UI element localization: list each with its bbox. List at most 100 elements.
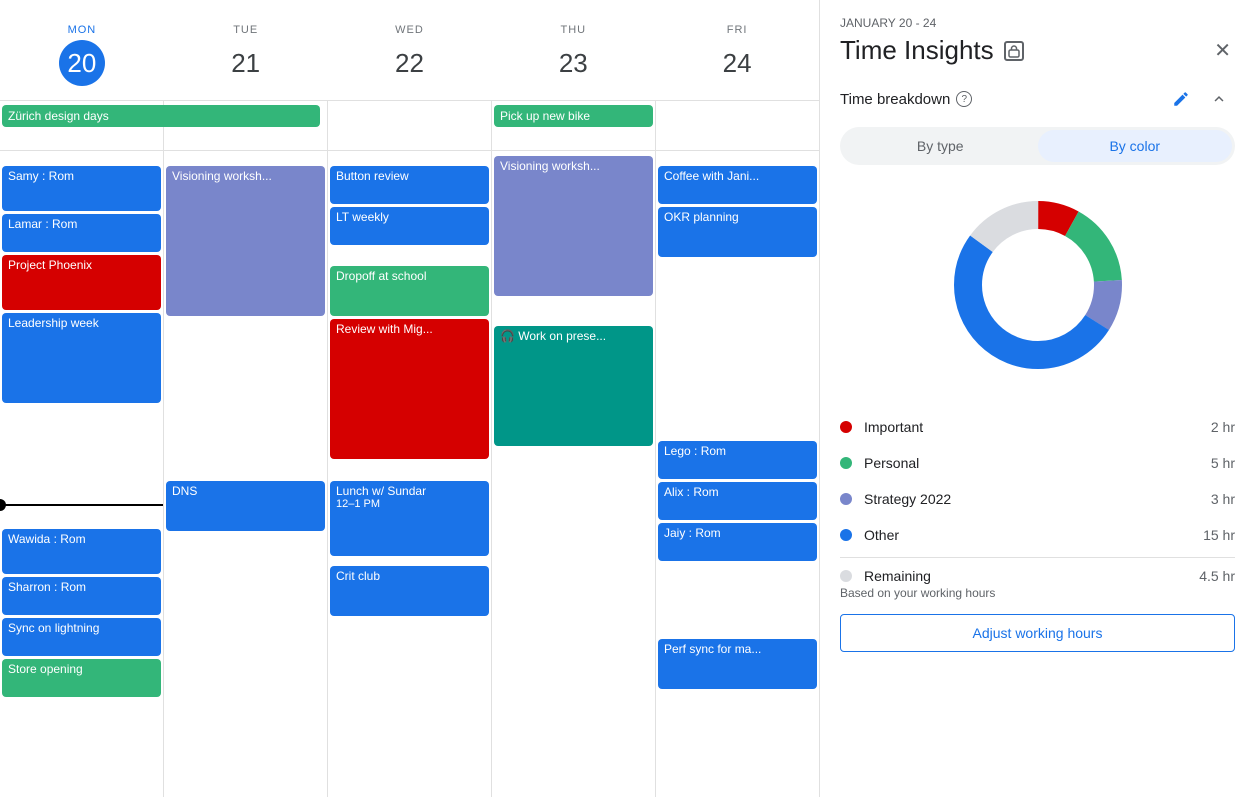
timeline-now bbox=[0, 504, 163, 506]
legend-list: Important 2 hr Personal 5 hr Strategy 20… bbox=[840, 409, 1235, 553]
day-name-fri: FRI bbox=[727, 24, 748, 36]
panel-date-range: JANUARY 20 - 24 bbox=[840, 16, 1235, 30]
calendar-panel: MON 20 TUE 21 WED 22 THU 23 FRI 24 Züric… bbox=[0, 0, 820, 797]
legend-value-important: 2 hr bbox=[1211, 419, 1235, 435]
event-alix-rom[interactable]: Alix : Rom bbox=[658, 482, 817, 520]
event-lunch-sundar[interactable]: Lunch w/ Sundar12–1 PM bbox=[330, 481, 489, 556]
legend-name-important: Important bbox=[864, 419, 923, 435]
legend-dot-other bbox=[840, 529, 852, 541]
legend-name-personal: Personal bbox=[864, 455, 919, 471]
event-lego-rom[interactable]: Lego : Rom bbox=[658, 441, 817, 479]
day-number-thu[interactable]: 23 bbox=[550, 40, 596, 86]
time-breakdown-row: Time breakdown ? bbox=[840, 83, 1235, 115]
allday-event-bike[interactable]: Pick up new bike bbox=[494, 105, 653, 127]
remaining-section: Remaining 4.5 hr Based on your working h… bbox=[840, 557, 1235, 600]
time-breakdown-text: Time breakdown bbox=[840, 91, 950, 108]
toggle-by-color[interactable]: By color bbox=[1038, 130, 1233, 162]
allday-cell-fri bbox=[656, 101, 819, 150]
panel-title-text: Time Insights bbox=[840, 35, 994, 66]
event-sharron-rom[interactable]: Sharron : Rom bbox=[2, 577, 161, 615]
allday-cell-thu: Pick up new bike bbox=[492, 101, 656, 150]
event-button-review[interactable]: Button review bbox=[330, 166, 489, 204]
panel-title-row: Time Insights ✕ bbox=[840, 34, 1235, 67]
lock-icon bbox=[1004, 41, 1024, 61]
adjust-working-hours-button[interactable]: Adjust working hours bbox=[840, 614, 1235, 652]
legend-left-other: Other bbox=[840, 527, 899, 543]
legend-name-other: Other bbox=[864, 527, 899, 543]
remaining-row: Remaining 4.5 hr bbox=[840, 568, 1235, 584]
allday-row: Zürich design days Pick up new bike bbox=[0, 101, 819, 151]
legend-value-personal: 5 hr bbox=[1211, 455, 1235, 471]
events-area: Samy : Rom Lamar : Rom Project Phoenix L… bbox=[0, 151, 819, 797]
event-project-phoenix[interactable]: Project Phoenix bbox=[2, 255, 161, 310]
events-col-fri: Coffee with Jani... OKR planning Lego : … bbox=[656, 151, 819, 797]
event-visioning-tue[interactable]: Visioning worksh... bbox=[166, 166, 325, 316]
donut-chart-container bbox=[840, 185, 1235, 385]
event-jaiy-rom[interactable]: Jaiy : Rom bbox=[658, 523, 817, 561]
legend-value-remaining: 4.5 hr bbox=[1199, 568, 1235, 584]
day-name-tue: TUE bbox=[233, 24, 258, 36]
event-perf-sync[interactable]: Perf sync for ma... bbox=[658, 639, 817, 689]
day-number-tue[interactable]: 21 bbox=[223, 40, 269, 86]
day-header-thu[interactable]: THU 23 bbox=[491, 0, 655, 100]
event-store-opening[interactable]: Store opening bbox=[2, 659, 161, 697]
legend-value-strategy: 3 hr bbox=[1211, 491, 1235, 507]
event-dropoff[interactable]: Dropoff at school bbox=[330, 266, 489, 316]
events-col-mon: Samy : Rom Lamar : Rom Project Phoenix L… bbox=[0, 151, 164, 797]
collapse-button[interactable] bbox=[1203, 83, 1235, 115]
legend-item-important: Important 2 hr bbox=[840, 409, 1235, 445]
legend-left-personal: Personal bbox=[840, 455, 919, 471]
remaining-sub: Based on your working hours bbox=[840, 586, 1235, 600]
day-name-wed: WED bbox=[395, 24, 424, 36]
day-header-fri[interactable]: FRI 24 bbox=[655, 0, 819, 100]
day-name-thu: THU bbox=[560, 24, 586, 36]
time-insights-panel: JANUARY 20 - 24 Time Insights ✕ Time bre… bbox=[820, 0, 1255, 797]
event-lamar-rom[interactable]: Lamar : Rom bbox=[2, 214, 161, 252]
legend-name-remaining: Remaining bbox=[864, 568, 931, 584]
panel-title: Time Insights bbox=[840, 35, 1024, 66]
allday-cell-wed bbox=[328, 101, 492, 150]
allday-cell-tue bbox=[164, 101, 328, 150]
close-button[interactable]: ✕ bbox=[1210, 34, 1235, 67]
day-header-tue[interactable]: TUE 21 bbox=[164, 0, 328, 100]
event-leadership-week[interactable]: Leadership week bbox=[2, 313, 161, 403]
event-dns[interactable]: DNS bbox=[166, 481, 325, 531]
event-visioning-thu[interactable]: Visioning worksh... bbox=[494, 156, 653, 296]
events-col-thu: Visioning worksh... 🎧 Work on prese... bbox=[492, 151, 656, 797]
event-crit-club[interactable]: Crit club bbox=[330, 566, 489, 616]
events-col-tue: Visioning worksh... DNS bbox=[164, 151, 328, 797]
legend-item-personal: Personal 5 hr bbox=[840, 445, 1235, 481]
legend-name-strategy: Strategy 2022 bbox=[864, 491, 951, 507]
event-sync-lightning[interactable]: Sync on lightning bbox=[2, 618, 161, 656]
event-wawida-rom[interactable]: Wawida : Rom bbox=[2, 529, 161, 574]
day-header-mon[interactable]: MON 20 bbox=[0, 0, 164, 100]
day-number-fri[interactable]: 24 bbox=[714, 40, 760, 86]
legend-dot-important bbox=[840, 421, 852, 433]
calendar-header: MON 20 TUE 21 WED 22 THU 23 FRI 24 bbox=[0, 0, 819, 101]
toggle-by-type[interactable]: By type bbox=[843, 130, 1038, 162]
legend-dot-strategy bbox=[840, 493, 852, 505]
event-work-prese[interactable]: 🎧 Work on prese... bbox=[494, 326, 653, 446]
legend-item-other: Other 15 hr bbox=[840, 517, 1235, 553]
time-breakdown-label: Time breakdown ? bbox=[840, 91, 972, 108]
event-lt-weekly[interactable]: LT weekly bbox=[330, 207, 489, 245]
day-number-wed[interactable]: 22 bbox=[386, 40, 432, 86]
event-review-mig[interactable]: Review with Mig... bbox=[330, 319, 489, 459]
donut-chart bbox=[938, 185, 1138, 385]
legend-dot-remaining bbox=[840, 570, 852, 582]
events-col-wed: Dropoff at school Button review LT weekl… bbox=[328, 151, 492, 797]
day-header-wed[interactable]: WED 22 bbox=[328, 0, 492, 100]
edit-button[interactable] bbox=[1165, 83, 1197, 115]
timeline-dot bbox=[0, 499, 6, 511]
toggle-row: By type By color bbox=[840, 127, 1235, 165]
help-icon[interactable]: ? bbox=[956, 91, 972, 107]
legend-left-important: Important bbox=[840, 419, 923, 435]
day-name-mon: MON bbox=[68, 24, 97, 36]
legend-item-strategy: Strategy 2022 3 hr bbox=[840, 481, 1235, 517]
event-okr-planning[interactable]: OKR planning bbox=[658, 207, 817, 257]
day-number-mon[interactable]: 20 bbox=[59, 40, 105, 86]
breakdown-actions bbox=[1165, 83, 1235, 115]
event-coffee-jani[interactable]: Coffee with Jani... bbox=[658, 166, 817, 204]
event-samy-rom[interactable]: Samy : Rom bbox=[2, 166, 161, 211]
allday-cell-mon: Zürich design days bbox=[0, 101, 164, 150]
